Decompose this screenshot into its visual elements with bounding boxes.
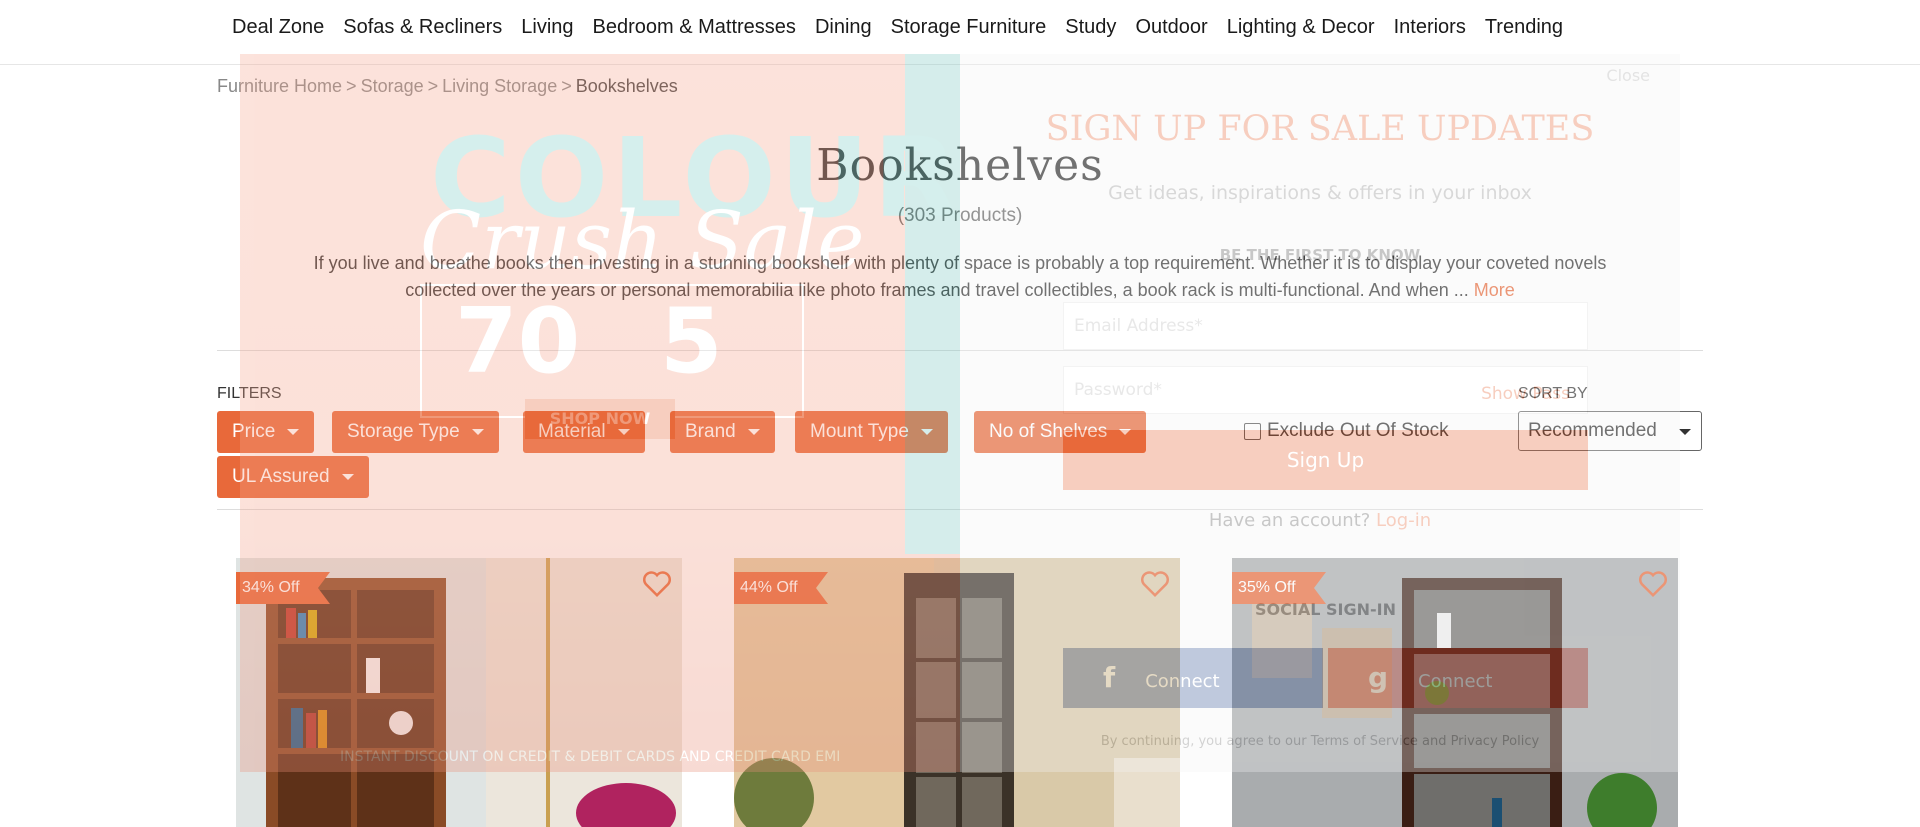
shop-now-button[interactable]: SHOP NOW	[525, 399, 675, 439]
facebook-icon: f	[1103, 661, 1116, 694]
nav-item-storage[interactable]: Storage Furniture	[891, 16, 1047, 39]
nav-item-dining[interactable]: Dining	[815, 16, 872, 39]
caret-down-icon	[1679, 429, 1691, 435]
nav-item-lighting[interactable]: Lighting & Decor	[1227, 16, 1375, 39]
google-connect-button[interactable]: g Connect	[1328, 648, 1588, 708]
connect-label: Connect	[1145, 671, 1220, 692]
login-prompt: Have an account? Log-in	[960, 510, 1680, 531]
nav-item-outdoor[interactable]: Outdoor	[1135, 16, 1207, 39]
promo-bank-offer: INSTANT DISCOUNT ON CREDIT & DEBIT CARDS…	[340, 749, 841, 765]
nav-item-deal-zone[interactable]: Deal Zone	[232, 16, 324, 39]
nav-list: Deal Zone Sofas & Recliners Living Bedro…	[232, 16, 1582, 39]
nav-item-study[interactable]: Study	[1065, 16, 1116, 39]
signup-button[interactable]: Sign Up	[1063, 430, 1588, 490]
terms-text: By continuing, you agree to our Terms of…	[1100, 734, 1540, 749]
nav-item-trending[interactable]: Trending	[1485, 16, 1563, 39]
have-account-text: Have an account?	[1208, 510, 1371, 531]
promo-script: Crush Sale	[420, 194, 865, 287]
social-signin-label: SOCIAL SIGN-IN	[1255, 600, 1396, 619]
nav-item-living[interactable]: Living	[521, 16, 573, 39]
show-password-link[interactable]: Show Pass	[1481, 384, 1570, 404]
signup-subtitle: Get ideas, inspirations & offers in your…	[1108, 182, 1532, 204]
promo-banner: COLOUR Crush Sale 70 5 SHOP NOW INSTANT …	[240, 54, 960, 772]
login-link[interactable]: Log-in	[1376, 510, 1431, 531]
google-icon: g	[1368, 661, 1389, 694]
promo-offer-70: 70	[455, 289, 581, 394]
promo-offer-5: 5	[660, 289, 723, 394]
email-field[interactable]: Email Address*	[1063, 302, 1588, 350]
signup-form: Close SIGN UP FOR SALE UPDATES Get ideas…	[960, 54, 1680, 772]
nav-item-bedroom[interactable]: Bedroom & Mattresses	[593, 16, 796, 39]
facebook-connect-button[interactable]: f Connect	[1063, 648, 1323, 708]
nav-item-interiors[interactable]: Interiors	[1394, 16, 1466, 39]
signup-title: SIGN UP FOR SALE UPDATES	[1045, 109, 1595, 149]
close-button[interactable]: Close	[1606, 66, 1650, 85]
connect-label: Connect	[1418, 671, 1493, 692]
nav-item-sofas[interactable]: Sofas & Recliners	[343, 16, 502, 39]
signup-modal[interactable]: COLOUR Crush Sale 70 5 SHOP NOW INSTANT …	[240, 54, 1680, 772]
signup-tagline: BE THE FIRST TO KNOW	[1219, 246, 1421, 264]
